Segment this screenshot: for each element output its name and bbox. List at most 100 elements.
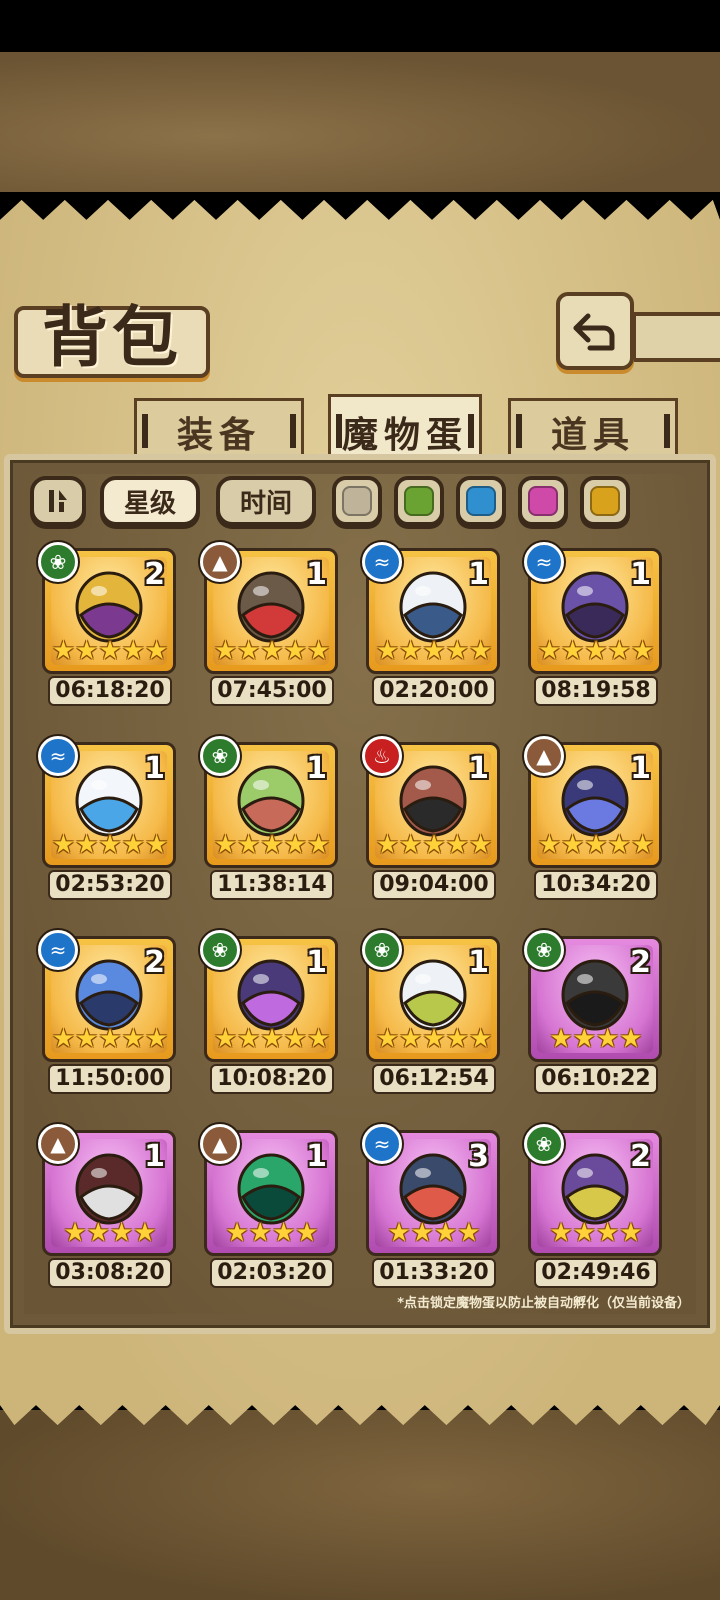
- egg-count: 2: [144, 557, 165, 592]
- egg-count: 1: [468, 751, 489, 786]
- water-element-icon: ≈: [524, 542, 564, 582]
- earth-element-icon: ▲: [38, 1124, 78, 1164]
- water-element-icon: ≈: [38, 736, 78, 776]
- egg-slot[interactable]: 2 ★★★★ ❀ 06:10:22: [524, 930, 664, 1096]
- egg-slot[interactable]: 1 ★★★★★ ≈ 02:20:00: [362, 542, 502, 708]
- egg-slot[interactable]: 1 ★★★★ ▲ 02:03:20: [200, 1124, 340, 1290]
- egg-count: 2: [630, 1139, 651, 1174]
- egg-slot[interactable]: 1 ★★★★★ ≈ 02:53:20: [38, 736, 178, 902]
- star-rating: ★★★★★: [537, 636, 655, 666]
- crystal-egg-icon: [561, 765, 629, 837]
- grass-element-icon: ❀: [524, 930, 564, 970]
- color-chip-swatch: [528, 486, 558, 516]
- egg-slot[interactable]: 1 ★★★★ ▲ 03:08:20: [38, 1124, 178, 1290]
- hatch-timer: 11:50:00: [48, 1064, 172, 1094]
- horn-egg-icon: [75, 1153, 143, 1225]
- egg-slot[interactable]: 2 ★★★★★ ≈ 11:50:00: [38, 930, 178, 1096]
- earth-element-icon: ▲: [200, 542, 240, 582]
- water-element-icon: ≈: [38, 930, 78, 970]
- hatch-timer: 09:04:00: [372, 870, 496, 900]
- egg-slot[interactable]: 1 ★★★★★ ♨ 09:04:00: [362, 736, 502, 902]
- sort-order-button[interactable]: [30, 476, 86, 526]
- tab-divider: [516, 414, 522, 448]
- dark-egg-icon: [237, 959, 305, 1031]
- color-chip-swatch: [342, 486, 372, 516]
- egg-slot[interactable]: 3 ★★★★ ≈ 01:33:20: [362, 1124, 502, 1290]
- map-background-bottom: [0, 1410, 720, 1600]
- star-rating: ★★★★★: [537, 830, 655, 860]
- egg-count: 1: [468, 945, 489, 980]
- tab-equipment[interactable]: 装备: [134, 398, 304, 462]
- back-button-rail: [632, 312, 720, 362]
- tab-divider: [142, 414, 148, 448]
- egg-slot[interactable]: 2 ★★★★★ ❀ 06:18:20: [38, 542, 178, 708]
- filter-color-gray[interactable]: [332, 476, 382, 526]
- water-element-icon: ≈: [362, 1124, 402, 1164]
- star-rating: ★★★★: [63, 1218, 157, 1248]
- egg-count: 1: [306, 557, 327, 592]
- sort-by-star-button[interactable]: 星级: [100, 476, 200, 526]
- earth-element-icon: ▲: [200, 1124, 240, 1164]
- back-button[interactable]: [556, 292, 634, 370]
- egg-slot[interactable]: 1 ★★★★★ ≈ 08:19:58: [524, 542, 664, 708]
- auto-hatch-footnote: *点击锁定魔物蛋以防止被自动孵化（仅当前设备）: [397, 1296, 690, 1311]
- grass-element-icon: ❀: [524, 1124, 564, 1164]
- shield-egg-icon: [399, 571, 467, 643]
- hatch-timer: 01:33:20: [372, 1258, 496, 1288]
- hatch-timer: 10:34:20: [534, 870, 658, 900]
- hatch-timer: 02:53:20: [48, 870, 172, 900]
- fang-egg-icon: [75, 959, 143, 1031]
- star-rating: ★★★★★: [51, 636, 169, 666]
- egg-slot[interactable]: 1 ★★★★★ ▲ 07:45:00: [200, 542, 340, 708]
- earth-element-icon: ▲: [524, 736, 564, 776]
- tab-divider: [290, 414, 296, 448]
- page-title: 背包: [42, 298, 182, 376]
- egg-slot[interactable]: 1 ★★★★★ ❀ 06:12:54: [362, 930, 502, 1096]
- tab-items[interactable]: 道具: [508, 398, 678, 462]
- sort-by-time-button[interactable]: 时间: [216, 476, 316, 526]
- tab-divider: [468, 414, 474, 448]
- star-rating: ★★★★★: [375, 1024, 493, 1054]
- egg-count: 3: [468, 1139, 489, 1174]
- hatch-timer: 10:08:20: [210, 1064, 334, 1094]
- star-rating: ★★★★: [549, 1218, 643, 1248]
- egg-grid: 2 ★★★★★ ❀ 06:18:20 1 ★★★★★ ▲ 07:45:00 1 …: [38, 542, 682, 1298]
- filter-color-green[interactable]: [394, 476, 444, 526]
- tab-label: 道具: [550, 414, 635, 456]
- armored-egg-icon: [399, 765, 467, 837]
- egg-slot[interactable]: 1 ★★★★★ ▲ 10:34:20: [524, 736, 664, 902]
- fire-element-icon: ♨: [362, 736, 402, 776]
- heart-egg-icon: [75, 765, 143, 837]
- filter-color-blue[interactable]: [456, 476, 506, 526]
- filter-color-yellow[interactable]: [580, 476, 630, 526]
- tab-label: 装备: [176, 414, 261, 456]
- color-chip-swatch: [404, 486, 434, 516]
- star-rating: ★★★★★: [375, 830, 493, 860]
- egg-slot[interactable]: 2 ★★★★ ❀ 02:49:46: [524, 1124, 664, 1290]
- filter-color-pink[interactable]: [518, 476, 568, 526]
- sort-order-icon: [49, 490, 67, 512]
- green-egg-icon: [237, 765, 305, 837]
- star-rating: ★★★★★: [51, 830, 169, 860]
- hatch-timer: 06:10:22: [534, 1064, 658, 1094]
- hatch-timer: 08:19:58: [534, 676, 658, 706]
- star-rating: ★★★★★: [51, 1024, 169, 1054]
- genie-lamp-icon: [75, 571, 143, 643]
- hatch-timer: 06:18:20: [48, 676, 172, 706]
- grass-element-icon: ❀: [200, 736, 240, 776]
- tab-divider: [664, 414, 670, 448]
- hatch-timer: 02:03:20: [210, 1258, 334, 1288]
- hatch-timer: 02:20:00: [372, 676, 496, 706]
- sort-by-star-label: 星级: [123, 488, 176, 519]
- grass-element-icon: ❀: [38, 542, 78, 582]
- egg-slot[interactable]: 1 ★★★★★ ❀ 10:08:20: [200, 930, 340, 1096]
- orb-egg-icon: [237, 1153, 305, 1225]
- hatch-timer: 11:38:14: [210, 870, 334, 900]
- egg-count: 1: [306, 945, 327, 980]
- pyramid-icon: [237, 571, 305, 643]
- egg-slot[interactable]: 1 ★★★★★ ❀ 11:38:14: [200, 736, 340, 902]
- egg-count: 2: [630, 945, 651, 980]
- egg-count: 2: [144, 945, 165, 980]
- color-chip-swatch: [466, 486, 496, 516]
- hatch-timer: 02:49:46: [534, 1258, 658, 1288]
